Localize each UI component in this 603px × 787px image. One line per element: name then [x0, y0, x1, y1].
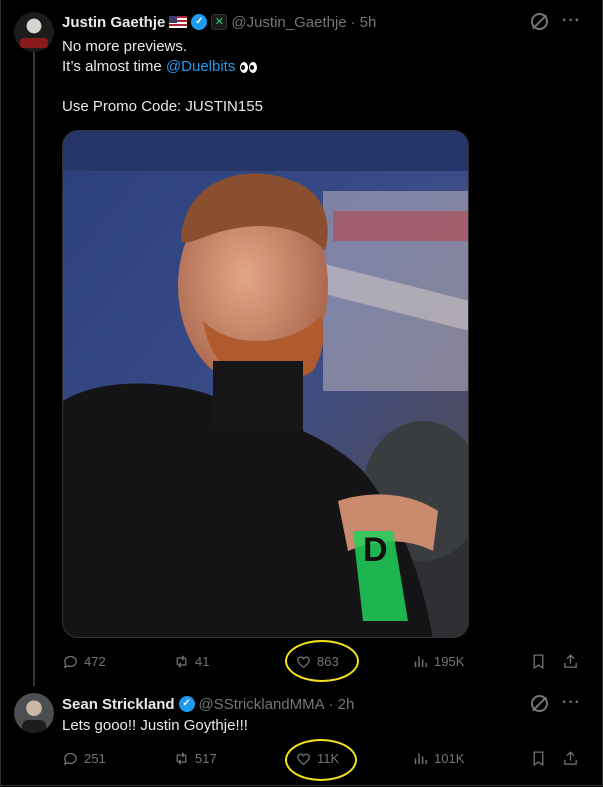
views-icon: [414, 656, 427, 667]
eyes-emoji-icon: [239, 61, 257, 73]
more-icon[interactable]: ···: [562, 694, 581, 712]
author-name[interactable]: Justin Gaethje: [62, 14, 165, 31]
tweet1-header: Justin Gaethje ✓ ✕ @Justin_Gaethje · 5h: [62, 12, 376, 32]
views-button[interactable]: 101K: [412, 747, 464, 769]
bookmark-button[interactable]: [530, 650, 547, 672]
reply-icon: [63, 655, 77, 668]
tweet2-header: Sean Strickland ✓ @SStricklandMMA · 2h: [62, 694, 354, 714]
reply-icon: [63, 752, 77, 765]
separator: ·: [328, 695, 334, 713]
bookmark-icon: [533, 653, 544, 669]
tweet-media-photo[interactable]: D: [62, 130, 469, 638]
views-count: 101K: [434, 750, 465, 766]
timestamp[interactable]: 2h: [338, 696, 355, 713]
separator: ·: [350, 13, 356, 31]
bookmark-button[interactable]: [530, 747, 547, 769]
repost-icon: [176, 751, 187, 765]
share-icon: [564, 653, 577, 668]
verified-icon[interactable]: ✓: [191, 14, 208, 30]
reply-count: 251: [84, 750, 106, 766]
repost-count: 517: [195, 750, 217, 766]
repost-button[interactable]: 517: [173, 747, 217, 769]
repost-icon: [176, 654, 187, 668]
views-button[interactable]: 195K: [412, 650, 464, 672]
tweet1-top-actions: ···: [531, 12, 581, 30]
flag-icon: [169, 16, 188, 28]
repost-count: 41: [195, 653, 210, 669]
more-icon[interactable]: ···: [562, 12, 581, 30]
author-handle[interactable]: @Justin_Gaethje: [231, 14, 346, 31]
tweet-text-line: Use Promo Code: JUSTIN155: [62, 98, 263, 115]
reply-button[interactable]: 472: [62, 650, 106, 672]
repost-button[interactable]: 41: [173, 650, 209, 672]
author-handle[interactable]: @SStricklandMMA: [199, 696, 325, 713]
tweet-text-line: No more previews.: [62, 38, 188, 55]
bookmark-icon: [533, 750, 544, 766]
thread-connector-line: [33, 50, 35, 686]
reply-count: 472: [84, 653, 106, 669]
grok-icon[interactable]: [531, 694, 549, 712]
svg-text:D: D: [363, 531, 388, 569]
share-button[interactable]: [562, 650, 579, 672]
views-count: 195K: [434, 653, 465, 669]
tweet2-top-actions: ···: [531, 694, 581, 712]
verified-icon[interactable]: ✓: [178, 696, 195, 712]
grok-icon[interactable]: [531, 12, 549, 30]
share-button[interactable]: [562, 747, 579, 769]
like-highlight-circle: [285, 739, 357, 781]
reply-button[interactable]: 251: [62, 747, 106, 769]
tweet-text-line: Lets gooo!! Justin Goythje!!!: [62, 717, 248, 734]
like-highlight-circle: [285, 640, 359, 682]
avatar-sean-strickland[interactable]: [14, 693, 54, 733]
tweet-text-line: It’s almost time @Duelbits: [62, 57, 257, 77]
affiliate-badge-icon[interactable]: ✕: [211, 14, 228, 30]
mention-link[interactable]: @Duelbits: [166, 58, 235, 75]
views-icon: [414, 753, 427, 764]
author-name[interactable]: Sean Strickland: [62, 696, 175, 713]
avatar-justin-gaethje[interactable]: [14, 12, 54, 52]
tweet-text-fragment: It’s almost time: [62, 58, 162, 75]
share-icon: [564, 750, 577, 765]
timestamp[interactable]: 5h: [360, 14, 377, 31]
